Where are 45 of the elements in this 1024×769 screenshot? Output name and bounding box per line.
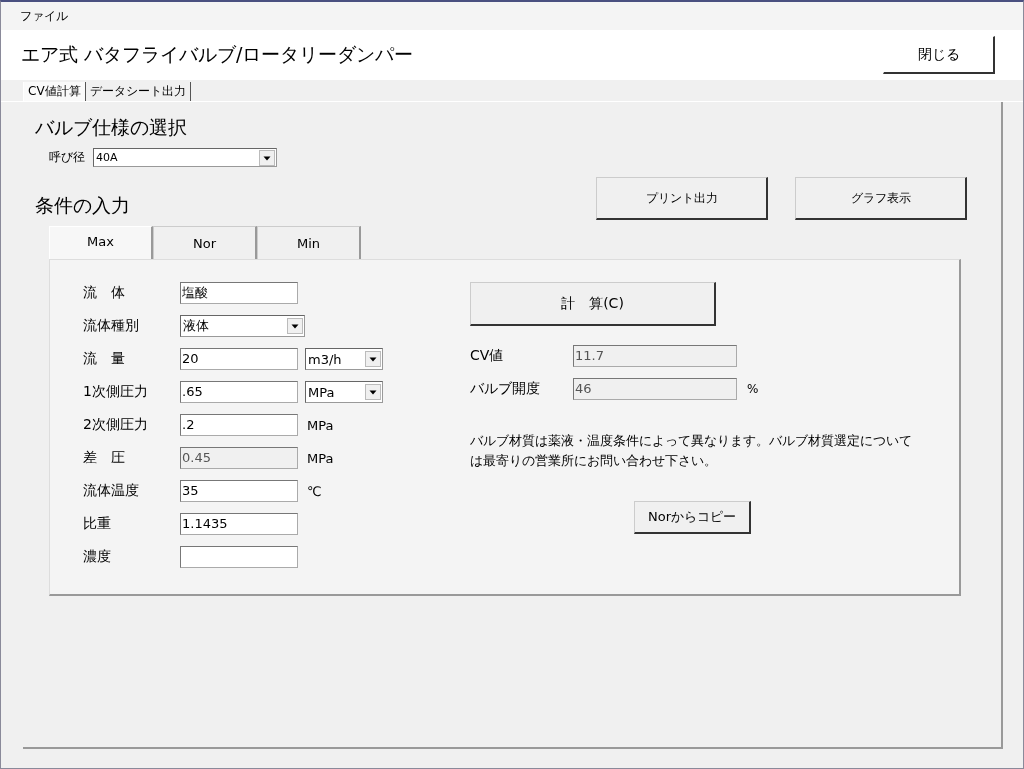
case-tab[interactable]: Max — [49, 226, 153, 259]
unit-dropdown[interactable]: MPa — [305, 381, 383, 403]
readonly-field: 0.45 — [180, 447, 298, 469]
input-field[interactable]: .2 — [180, 414, 298, 436]
input-field[interactable]: 20 — [180, 348, 298, 370]
action-button[interactable]: プリント出力 — [596, 177, 768, 220]
field-label: 2次側圧力 — [83, 416, 149, 434]
field-label: 比重 — [83, 515, 112, 533]
menu-item[interactable]: ファイル — [20, 7, 68, 25]
window-title: エア式 バタフライバルブ/ロータリーダンパー — [21, 42, 414, 67]
result-label: バルブ開度 — [470, 380, 541, 398]
note-text: バルブ材質は薬液・温度条件によって異なります。バルブ材質選定については最寄りの営業所にお問い合わせ下さい。 — [470, 432, 913, 470]
input-field[interactable]: 35 — [180, 480, 298, 502]
tab[interactable]: データシート出力 — [85, 82, 191, 101]
case-tab[interactable]: Nor — [153, 226, 257, 259]
input-field[interactable]: 塩酸 — [180, 282, 298, 304]
copy-button[interactable]: Norからコピー — [634, 501, 751, 534]
result-field: 46 — [573, 378, 737, 400]
unit-label: ℃ — [307, 483, 322, 499]
field-label: 流体種別 — [83, 317, 140, 335]
section-heading: バルブ仕様の選択 — [35, 115, 188, 140]
case-tab[interactable]: Min — [257, 226, 361, 259]
field-label: 流体温度 — [83, 482, 140, 500]
close-button[interactable]: 閉じる — [883, 36, 995, 74]
result-label: CV値 — [470, 347, 505, 365]
unit-label: MPa — [307, 417, 334, 433]
action-button[interactable]: グラフ表示 — [795, 177, 967, 220]
field-label: 差 圧 — [83, 449, 126, 467]
unit-label: MPa — [307, 450, 334, 466]
dropdown[interactable]: 液体 — [180, 315, 305, 337]
field-label: 呼び径 — [49, 149, 85, 166]
size-dropdown[interactable]: 40A — [93, 148, 277, 167]
field-label: 濃度 — [83, 548, 112, 566]
field-label: 流 体 — [83, 284, 126, 302]
input-field[interactable]: .65 — [180, 381, 298, 403]
unit-label: % — [747, 382, 759, 396]
calculate-button[interactable]: 計 算(C) — [470, 282, 716, 326]
input-field[interactable] — [180, 546, 298, 568]
field-label: 流 量 — [83, 350, 126, 368]
result-field: 11.7 — [573, 345, 737, 367]
unit-dropdown[interactable]: m3/h — [305, 348, 383, 370]
field-label: 1次側圧力 — [83, 383, 149, 401]
tab[interactable]: CV値計算 — [23, 82, 86, 101]
input-field[interactable]: 1.1435 — [180, 513, 298, 535]
section-heading: 条件の入力 — [35, 193, 130, 218]
